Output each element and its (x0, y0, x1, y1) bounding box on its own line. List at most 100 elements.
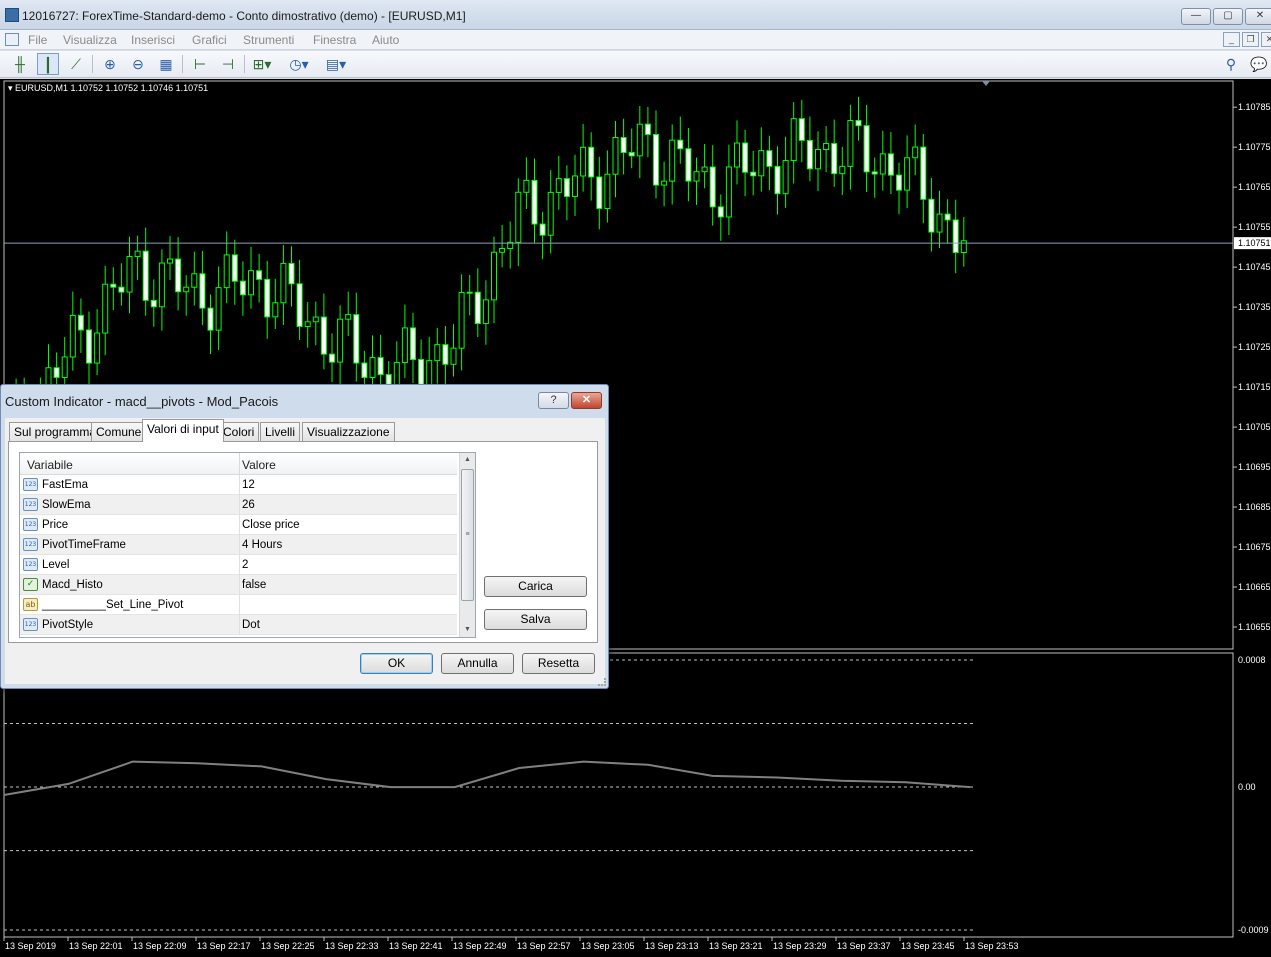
chart-shift-icon[interactable]: ⊢ (189, 53, 211, 75)
price-tick-label: 1.10745 (1238, 262, 1271, 272)
candle-body (798, 118, 805, 141)
minimize-button[interactable]: — (1181, 8, 1211, 25)
inputs-panel: Variabile Valore 123 FastEma 12 123 Slow… (8, 441, 598, 643)
tile-windows-icon[interactable]: ▦ (155, 53, 177, 75)
save-button[interactable]: Salva (484, 609, 587, 630)
periods-icon[interactable]: ◷▾ (288, 53, 310, 75)
candle-body (742, 142, 749, 173)
help-button[interactable]: ? (538, 392, 569, 409)
time-tick-label: 13 Sep 22:49 (453, 941, 507, 951)
candle-body (563, 178, 570, 197)
candle-body (628, 152, 635, 157)
time-tick-label: 13 Sep 22:25 (261, 941, 315, 951)
candle-body (531, 179, 538, 225)
column-header-variabile[interactable]: Variabile (27, 458, 73, 472)
input-value[interactable]: 2 (242, 559, 248, 571)
input-row-slowema[interactable]: 123 SlowEma 26 (20, 495, 457, 515)
candle-body (823, 143, 830, 150)
candle-body (61, 356, 68, 378)
candlestick-icon[interactable]: ┃ (37, 53, 59, 75)
ok-button[interactable]: OK (360, 653, 433, 674)
scroll-down-icon[interactable]: ▼ (460, 623, 475, 637)
input-row-level[interactable]: 123 Level 2 (20, 555, 457, 575)
price-tick-label: 1.10695 (1238, 462, 1271, 472)
reset-button[interactable]: Resetta (522, 653, 595, 674)
cancel-button[interactable]: Annulla (441, 653, 514, 674)
resize-grip[interactable] (598, 678, 606, 686)
indicators-icon[interactable]: ⊞▾ (251, 53, 273, 75)
candle-body (734, 142, 740, 168)
mdi-close-button[interactable]: ✕ (1261, 32, 1271, 47)
menu-strumenti[interactable]: Strumenti (243, 33, 294, 47)
line-chart-icon[interactable]: ⟋ (65, 53, 87, 75)
input-value[interactable]: 26 (242, 499, 255, 511)
menu-finestra[interactable]: Finestra (313, 33, 356, 47)
candle-body (685, 148, 692, 182)
input-value[interactable]: Close price (242, 519, 300, 531)
input-value[interactable]: 4 Hours (242, 539, 282, 551)
candle-body (296, 283, 303, 327)
close-dialog-button[interactable]: ✕ (571, 392, 602, 409)
candle-body (912, 146, 919, 159)
input-row-pivotstyle[interactable]: 123 PivotStyle Dot (20, 615, 457, 635)
menu-file[interactable]: File (28, 33, 47, 47)
zoom-in-icon[interactable]: ⊕ (99, 53, 121, 75)
load-button[interactable]: Carica (484, 576, 587, 597)
tab-colori[interactable]: Colori (218, 422, 260, 441)
toolbar-separator (244, 55, 245, 73)
tab-valori-di-input[interactable]: Valori di input (142, 419, 224, 442)
input-row-pivottimeframe[interactable]: 123 PivotTimeFrame 4 Hours (20, 535, 457, 555)
price-tick-label: 1.10685 (1238, 502, 1271, 512)
candle-body (725, 166, 732, 218)
input-name: Price (42, 519, 69, 531)
input-row-macd-histo[interactable]: ✓ Macd_Histo false (20, 575, 457, 595)
column-header-valore[interactable]: Valore (242, 458, 276, 472)
tab-comune[interactable]: Comune (91, 422, 147, 441)
candle-body (142, 250, 149, 301)
candle-body (458, 292, 465, 349)
time-tick-label: 13 Sep 23:29 (773, 941, 827, 951)
input-row-set-line-pivot[interactable]: ab __________Set_Line_Pivot (20, 595, 457, 615)
menu-grafici[interactable]: Grafici (192, 33, 227, 47)
candle-body (612, 137, 619, 175)
candle-body (701, 166, 708, 173)
tab-livelli[interactable]: Livelli (260, 422, 301, 441)
autoscroll-icon[interactable]: ⊣ (217, 53, 239, 75)
input-value[interactable]: Dot (242, 619, 260, 631)
scroll-up-icon[interactable]: ▲ (460, 453, 475, 467)
price-tick-label: 1.10725 (1238, 342, 1271, 352)
tab-sul-programma[interactable]: Sul programma (9, 422, 102, 441)
price-tick-label: 1.10715 (1238, 382, 1271, 392)
cell-divider (239, 555, 240, 575)
candle-body (758, 150, 765, 177)
close-window-button[interactable]: ✕ (1245, 8, 1271, 25)
grid-scrollbar[interactable]: ▲ ≡ ▼ (459, 453, 475, 637)
menu-visualizza[interactable]: Visualizza (63, 33, 117, 47)
menu-inserisci[interactable]: Inserisci (131, 33, 175, 47)
input-value[interactable]: false (242, 579, 266, 591)
search-icon[interactable]: ⚲ (1220, 53, 1242, 75)
candle-body (936, 213, 943, 233)
candle-body (604, 173, 611, 209)
number-type-icon: 123 (23, 538, 38, 551)
mdi-restore-button[interactable]: ❐ (1242, 32, 1259, 47)
price-tick-label: 1.10765 (1238, 182, 1271, 192)
input-row-fastema[interactable]: 123 FastEma 12 (20, 475, 457, 495)
input-row-price[interactable]: 123 Price Close price (20, 515, 457, 535)
macd-signal-line (3, 760, 971, 796)
maximize-button[interactable]: ▢ (1213, 8, 1243, 25)
candle-body (86, 329, 92, 364)
menu-aiuto[interactable]: Aiuto (372, 33, 399, 47)
chat-icon[interactable]: 💬 (1248, 53, 1270, 75)
scroll-thumb[interactable]: ≡ (461, 469, 474, 601)
mdi-minimize-button[interactable]: _ (1223, 32, 1240, 47)
candle-body (636, 123, 643, 157)
zoom-out-icon[interactable]: ⊖ (127, 53, 149, 75)
tab-visualizzazione[interactable]: Visualizzazione (302, 422, 395, 441)
macd-tick-label: -0.0009 (1238, 925, 1269, 935)
templates-icon[interactable]: ▤▾ (325, 53, 347, 75)
candle-body (952, 219, 959, 254)
bar-chart-icon[interactable]: ╫ (9, 53, 31, 75)
input-value[interactable]: 12 (242, 479, 255, 491)
candle-body (167, 258, 173, 264)
